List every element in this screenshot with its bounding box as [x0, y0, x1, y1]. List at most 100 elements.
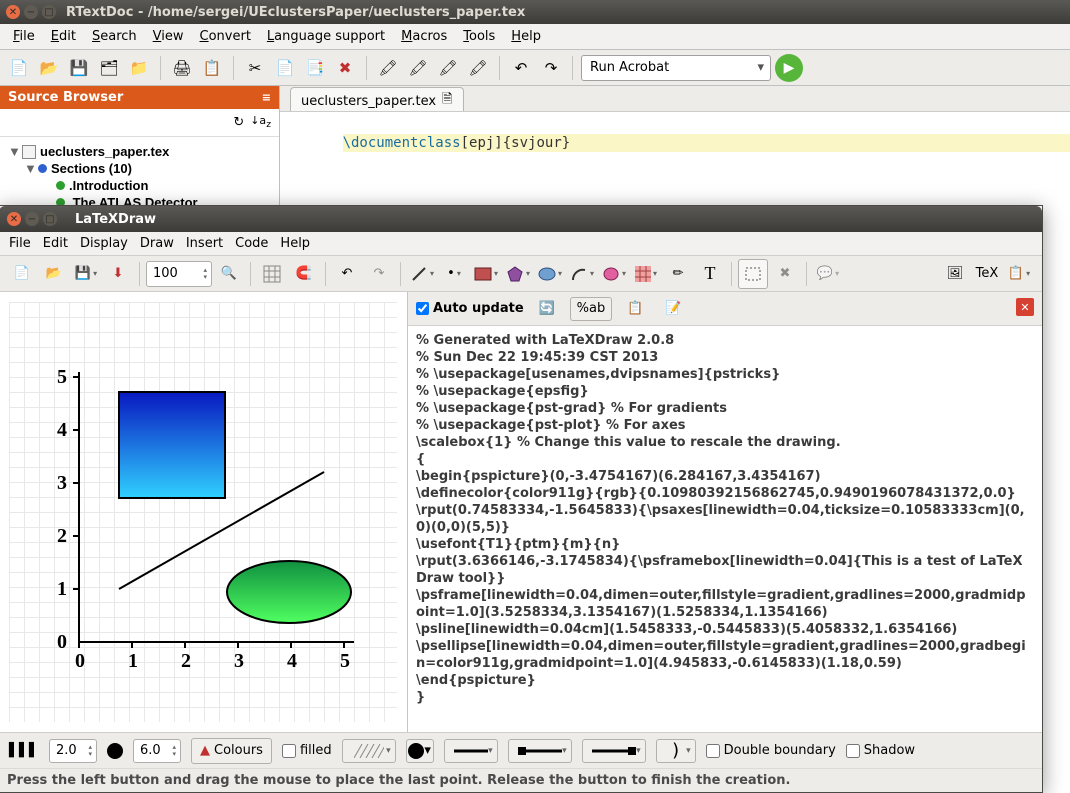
- image-tool-icon[interactable]: 🖼: [940, 259, 970, 289]
- open-folder-icon[interactable]: 📁: [126, 55, 152, 81]
- menu-language[interactable]: Language support: [260, 26, 392, 47]
- svg-text:4: 4: [57, 419, 67, 441]
- panel-menu-icon[interactable]: ≡: [262, 91, 271, 104]
- dot-tool-icon[interactable]: •: [439, 259, 469, 289]
- wand4-icon[interactable]: 🖍: [465, 55, 491, 81]
- line-tool-icon[interactable]: [407, 259, 437, 289]
- ltd-maximize-icon[interactable]: □: [43, 212, 57, 226]
- wand3-icon[interactable]: 🖍: [435, 55, 461, 81]
- run-button[interactable]: ▶: [775, 54, 803, 82]
- ltd-close-icon[interactable]: ✕: [7, 212, 21, 226]
- dot-size-input[interactable]: 6.0: [133, 739, 181, 763]
- fill-color-swatch[interactable]: ▾: [406, 739, 434, 763]
- menu-macros[interactable]: Macros: [394, 26, 454, 47]
- menu-tools[interactable]: Tools: [456, 26, 502, 47]
- line-width-input[interactable]: 2.0: [49, 739, 97, 763]
- colours-button[interactable]: ▲Colours: [191, 738, 272, 764]
- ltd-menu-edit[interactable]: Edit: [37, 233, 74, 254]
- properties-icon[interactable]: 💬: [813, 259, 843, 289]
- new-file-icon[interactable]: 📄: [6, 55, 32, 81]
- ltd-open-icon[interactable]: 📂: [39, 259, 69, 289]
- rtextdoc-toolbar: 📄 📂 💾 🗂 📁 🖨 📋 ✂ 📄 📑 ✖ 🖍 🖍 🖍 🖍 ↶ ↷ Run Ac…: [0, 50, 1070, 86]
- bracket-style[interactable]: ): [656, 739, 696, 763]
- comment-icon[interactable]: 📝: [658, 294, 688, 324]
- tree-item-intro[interactable]: .Introduction: [4, 177, 275, 194]
- shadow-checkbox[interactable]: Shadow: [846, 743, 915, 758]
- refresh-code-icon[interactable]: 🔄: [532, 294, 562, 324]
- minimize-icon[interactable]: −: [24, 5, 38, 19]
- tex-tool-icon[interactable]: TeX: [972, 259, 1002, 289]
- grid-tool-icon[interactable]: [631, 259, 661, 289]
- generated-code[interactable]: % Generated with LaTeXDraw 2.0.8 % Sun D…: [408, 326, 1042, 732]
- ltd-menu-display[interactable]: Display: [74, 233, 134, 254]
- tree-item-sections[interactable]: ▼ Sections (10): [4, 160, 275, 177]
- ltd-pdf-icon[interactable]: ⬇: [103, 259, 133, 289]
- ltd-redo-icon[interactable]: ↷: [364, 259, 394, 289]
- bezier-tool-icon[interactable]: [599, 259, 629, 289]
- delete-icon[interactable]: ✖: [332, 55, 358, 81]
- arrow-right-style[interactable]: [582, 739, 646, 763]
- ellipse-tool-icon[interactable]: [535, 259, 565, 289]
- menu-convert[interactable]: Convert: [193, 26, 258, 47]
- copy-code-icon[interactable]: 📋: [620, 294, 650, 324]
- latexdraw-menu-bar: File Edit Display Draw Insert Code Help: [0, 232, 1042, 256]
- paste-icon[interactable]: 📄: [272, 55, 298, 81]
- ltd-menu-help[interactable]: Help: [274, 233, 316, 254]
- menu-help[interactable]: Help: [504, 26, 548, 47]
- rect-tool-icon[interactable]: [471, 259, 501, 289]
- svg-text:0: 0: [75, 650, 85, 672]
- svg-text:1: 1: [128, 650, 138, 672]
- hatch-style[interactable]: [342, 739, 396, 763]
- text-tool-icon[interactable]: T: [695, 259, 725, 289]
- print-icon[interactable]: 🖨: [169, 55, 195, 81]
- select-tool-icon[interactable]: [738, 259, 768, 289]
- ab-button[interactable]: %ab: [570, 297, 613, 321]
- close-icon[interactable]: ✕: [6, 5, 20, 19]
- magnet-icon[interactable]: 🧲: [289, 259, 319, 289]
- latexdraw-title-bar[interactable]: ✕ − □ LaTeXDraw: [0, 206, 1042, 232]
- grid-icon[interactable]: [257, 259, 287, 289]
- open-file-icon[interactable]: 📂: [36, 55, 62, 81]
- arrow-left-style[interactable]: [508, 739, 572, 763]
- ltd-menu-insert[interactable]: Insert: [180, 233, 229, 254]
- editor-tab[interactable]: ueclusters_paper.tex 🗎: [290, 87, 464, 111]
- menu-search[interactable]: Search: [85, 26, 144, 47]
- double-boundary-checkbox[interactable]: Double boundary: [706, 743, 836, 758]
- menu-edit[interactable]: Edit: [44, 26, 83, 47]
- menu-view[interactable]: View: [146, 26, 191, 47]
- duplicate-icon[interactable]: 📑: [302, 55, 328, 81]
- save-icon[interactable]: 💾: [66, 55, 92, 81]
- copy-icon[interactable]: 📋: [199, 55, 225, 81]
- cut-icon[interactable]: ✂: [242, 55, 268, 81]
- sort-icon[interactable]: ↓az: [250, 114, 271, 130]
- delete-tool-icon[interactable]: ✖: [770, 259, 800, 289]
- tex-dropdown-icon[interactable]: 📋: [1004, 259, 1034, 289]
- ltd-minimize-icon[interactable]: −: [25, 212, 39, 226]
- drawing-canvas[interactable]: 0 1 2 3 4 5 0 1 2 3 4 5: [0, 292, 407, 732]
- close-panel-icon[interactable]: ✕: [1016, 298, 1034, 316]
- tree-item-file[interactable]: ▼ ueclusters_paper.tex: [4, 143, 275, 160]
- wand2-icon[interactable]: 🖍: [405, 55, 431, 81]
- save-all-icon[interactable]: 🗂: [96, 55, 122, 81]
- maximize-icon[interactable]: □: [42, 5, 56, 19]
- polygon-tool-icon[interactable]: [503, 259, 533, 289]
- filled-checkbox[interactable]: filled: [282, 743, 332, 758]
- redo-icon[interactable]: ↷: [538, 55, 564, 81]
- ltd-menu-file[interactable]: File: [3, 233, 37, 254]
- undo-icon[interactable]: ↶: [508, 55, 534, 81]
- ltd-new-icon[interactable]: 📄: [7, 259, 37, 289]
- arc-tool-icon[interactable]: [567, 259, 597, 289]
- auto-update-checkbox[interactable]: Auto update: [416, 301, 524, 316]
- ltd-menu-code[interactable]: Code: [229, 233, 274, 254]
- zoom-icon[interactable]: 🔍: [214, 259, 244, 289]
- wand-icon[interactable]: 🖍: [375, 55, 401, 81]
- line-style[interactable]: [444, 739, 498, 763]
- ltd-save-icon[interactable]: 💾: [71, 259, 101, 289]
- zoom-input[interactable]: 100: [146, 261, 212, 287]
- freehand-tool-icon[interactable]: ✏: [663, 259, 693, 289]
- refresh-icon[interactable]: ↻: [233, 115, 244, 130]
- ltd-undo-icon[interactable]: ↶: [332, 259, 362, 289]
- ltd-menu-draw[interactable]: Draw: [134, 233, 180, 254]
- menu-file[interactable]: File: [6, 26, 42, 47]
- run-combo[interactable]: Run Acrobat: [581, 55, 771, 81]
